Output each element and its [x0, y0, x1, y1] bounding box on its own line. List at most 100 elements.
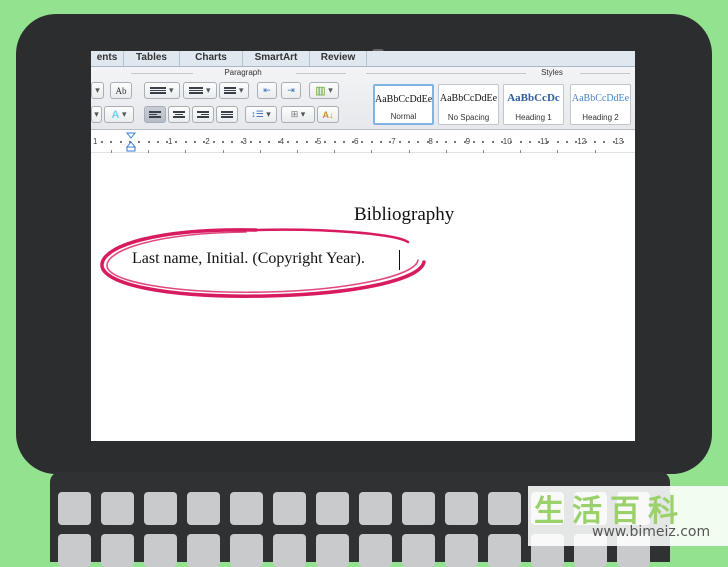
- group-divider: [296, 73, 346, 74]
- tab-review[interactable]: Review: [310, 51, 367, 66]
- increase-indent-button[interactable]: ⇥: [281, 82, 301, 99]
- group-divider: [131, 73, 193, 74]
- borders-icon: ⊞: [290, 109, 299, 119]
- bullet-list-icon: [150, 87, 167, 94]
- ruler-tick: [557, 150, 559, 153]
- ruler-dot: [305, 141, 308, 143]
- ruler-dot: [500, 141, 503, 143]
- align-center-button[interactable]: [168, 106, 190, 123]
- chevron-down-icon[interactable]: ▾: [91, 82, 104, 99]
- ruler-tick: [520, 150, 522, 153]
- tab-elements[interactable]: ents: [91, 51, 124, 66]
- keyboard-key[interactable]: [230, 534, 263, 567]
- ruler-dot: [296, 141, 299, 143]
- keyboard-key[interactable]: [58, 534, 91, 567]
- keyboard-key[interactable]: [316, 492, 349, 525]
- ruler-dot: [212, 141, 215, 143]
- align-center-icon: [173, 111, 185, 118]
- ruler-dot: [593, 141, 596, 143]
- style-heading-1[interactable]: AaBbCcDc Heading 1: [503, 84, 564, 125]
- ruler-tick: [297, 150, 298, 153]
- line-spacing-icon: ↕☰: [251, 109, 264, 119]
- keyboard-key[interactable]: [359, 492, 392, 525]
- chevron-down-icon[interactable]: ▾: [91, 106, 102, 123]
- ruler-dot: [119, 141, 122, 143]
- spellcheck-icon: Ab: [115, 85, 127, 96]
- keyboard-key[interactable]: [144, 492, 177, 525]
- columns-button[interactable]: ▥ ▾: [309, 82, 339, 99]
- keyboard-key[interactable]: [187, 492, 220, 525]
- paragraph-group-label: Paragraph: [224, 68, 262, 77]
- style-sample: AaBbCcDc: [507, 92, 560, 104]
- keyboard-key[interactable]: [359, 534, 392, 567]
- ruler-dot: [287, 141, 289, 143]
- keyboard-key[interactable]: [402, 492, 435, 525]
- ruler-number: 1: [168, 137, 173, 146]
- keyboard-key[interactable]: [445, 534, 478, 567]
- group-divider: [580, 73, 630, 74]
- ruler-dot: [231, 141, 234, 143]
- ruler-dot: [473, 141, 475, 143]
- align-left-button[interactable]: [144, 106, 166, 123]
- ruler-dot: [556, 141, 559, 143]
- keyboard-key[interactable]: [316, 534, 349, 567]
- indent-marker-icon[interactable]: [126, 130, 136, 152]
- ruler-dot: [407, 141, 410, 143]
- decrease-indent-button[interactable]: ⇤: [257, 82, 277, 99]
- tab-smartart[interactable]: SmartArt: [243, 51, 310, 66]
- ruler-dot: [435, 141, 438, 143]
- align-right-button[interactable]: [192, 106, 214, 123]
- keyboard-key[interactable]: [230, 492, 263, 525]
- keyboard-key[interactable]: [402, 534, 435, 567]
- ruler-number: 5: [316, 137, 322, 146]
- keyboard-key[interactable]: [273, 534, 306, 567]
- keyboard-key[interactable]: [101, 492, 134, 525]
- ruler-dot: [361, 141, 364, 143]
- borders-button[interactable]: ⊞ ▾: [281, 106, 315, 123]
- style-heading-2[interactable]: AaBbCcDdEe Heading 2: [570, 84, 631, 125]
- ruler-dot: [259, 141, 262, 143]
- styles-group-label: Styles: [541, 68, 563, 77]
- tab-charts[interactable]: Charts: [180, 51, 243, 66]
- keyboard-key[interactable]: [273, 492, 306, 525]
- bibliography-title[interactable]: Bibliography: [354, 204, 454, 226]
- spellcheck-button[interactable]: Ab: [110, 82, 132, 99]
- style-no-spacing[interactable]: AaBbCcDdEe No Spacing: [438, 84, 499, 125]
- keyboard-key[interactable]: [187, 534, 220, 567]
- multilevel-list-button[interactable]: ▾: [219, 82, 249, 99]
- style-normal[interactable]: AaBbCcDdEe Normal: [373, 84, 434, 125]
- tab-tables[interactable]: Tables: [124, 51, 180, 66]
- bullets-button[interactable]: ▾: [144, 82, 180, 99]
- ruler-dot: [110, 141, 113, 143]
- line-spacing-button[interactable]: ↕☰ ▾: [245, 106, 277, 123]
- ruler-dot: [538, 141, 541, 143]
- justify-button[interactable]: [216, 106, 238, 123]
- numbering-button[interactable]: ▾: [183, 82, 217, 99]
- ruler-dot: [342, 141, 345, 143]
- keyboard-key[interactable]: [144, 534, 177, 567]
- columns-icon: ▥: [315, 85, 326, 97]
- ruler-dot: [528, 141, 531, 143]
- ruler-dot: [584, 141, 587, 143]
- ruler-dot: [240, 141, 243, 143]
- ruler-tick: [445, 150, 447, 153]
- ruler-dot: [519, 141, 522, 143]
- ruler-number: 9: [465, 137, 471, 146]
- ruler-tick: [334, 150, 336, 153]
- sort-button[interactable]: A↓: [317, 106, 339, 123]
- ruler-dot: [380, 141, 382, 143]
- increase-indent-icon: ⇥: [287, 85, 295, 95]
- ruler-dot: [389, 141, 392, 143]
- keyboard-key[interactable]: [488, 534, 521, 567]
- ruler-dot: [147, 141, 150, 143]
- keyboard-key[interactable]: [101, 534, 134, 567]
- ruler-dot: [184, 141, 187, 143]
- text-effects-button[interactable]: A ▾: [104, 106, 134, 123]
- ruler-dot: [612, 141, 615, 143]
- keyboard-key[interactable]: [488, 492, 521, 525]
- keyboard-key[interactable]: [445, 492, 478, 525]
- ruler-dot: [603, 141, 606, 143]
- keyboard-key[interactable]: [58, 492, 91, 525]
- ruler-dot: [138, 141, 141, 143]
- ruler-dot: [194, 141, 196, 143]
